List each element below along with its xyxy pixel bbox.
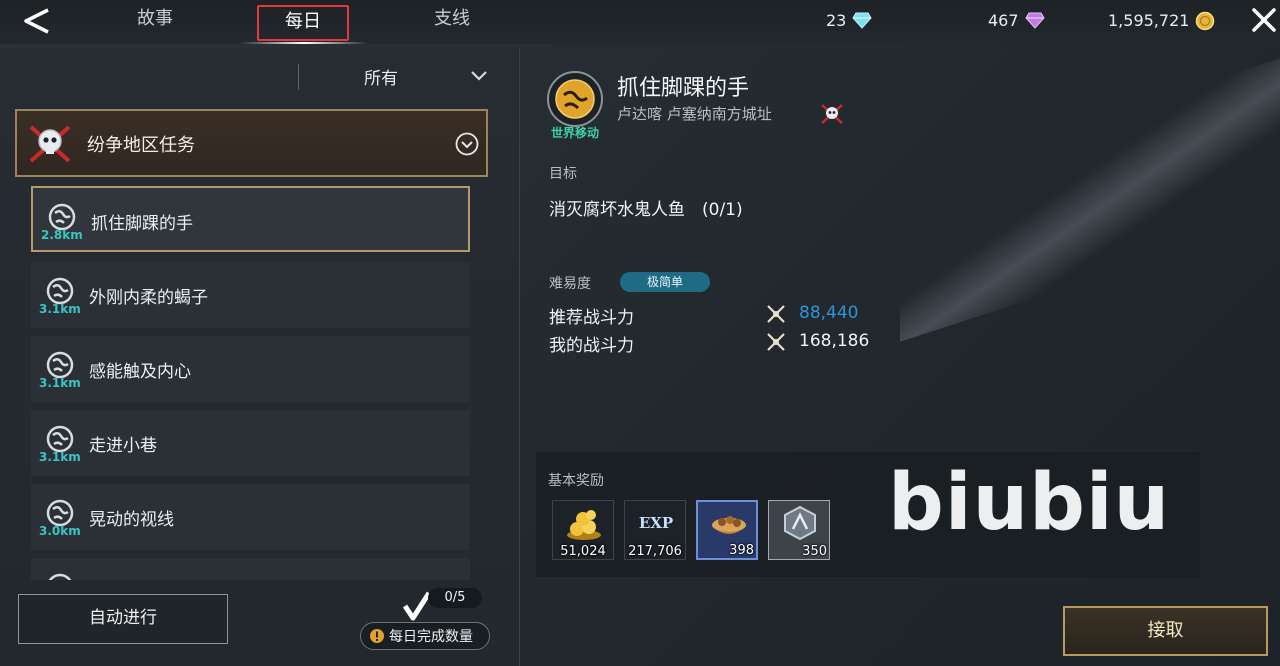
quest-item[interactable]: 3.1km 外刚内柔的蝎子 [31,262,470,328]
quest-name: 晃动的视线 [89,510,174,530]
collapse-toggle-icon[interactable] [455,132,479,156]
quest-title: 抓住脚踝的手 [617,76,750,101]
quest-list: 2.8km 抓住脚踝的手 3.1km 外刚内柔的蝎子 3.1km 感能触及内心 … [15,178,488,580]
currency-gold: 1,595,721 [1108,8,1215,32]
my-power-value: 168,186 [799,331,870,351]
currency-blue-diamond: 23 [826,8,872,32]
quest-name: 外刚内柔的蝎子 [89,288,208,308]
filter-dropdown[interactable]: 所有 [330,60,500,92]
crossed-swords-icon [765,304,787,324]
quest-distance: 2.8km [41,228,83,242]
reward-count: 51,024 [560,544,606,559]
recommended-power-label: 推荐战斗力 [549,308,634,328]
reward-food[interactable]: 398 [696,500,758,560]
reward-exp[interactable]: EXP 217,706 [624,500,686,560]
filter-label: 所有 [364,68,398,89]
quest-item[interactable]: 3.1km 走进小巷 [31,410,470,476]
quest-distance: 3.1km [39,450,81,464]
conflict-emblem-icon [27,121,73,167]
currency-purple-diamond: 467 [988,8,1045,32]
world-move-icon [546,70,604,128]
quest-type-label: 世界移动 [550,126,599,140]
quest-distance: 3.0km [39,524,81,538]
reward-count: 398 [729,543,754,558]
reward-count: 350 [802,544,827,559]
quest-item[interactable]: 3.0km 晃动的视线 [31,484,470,550]
reward-count: 217,706 [628,544,682,559]
recommended-power-value: 88,440 [799,303,859,323]
quest-name: 抓住脚踝的手 [91,214,193,234]
goal-label: 目标 [549,166,577,182]
watermark: biubiu [888,458,1171,548]
goal-text: 消灭腐坏水鬼人鱼 (0/1) [549,200,743,220]
daily-completion-badge[interactable]: 每日完成数量 [360,622,490,650]
currency-value: 23 [826,10,847,30]
my-power-label: 我的战斗力 [549,336,634,356]
currency-value: 467 [988,10,1019,30]
svg-text:EXP: EXP [639,514,673,532]
quest-name: 走进小巷 [89,436,157,456]
crystal-badge-icon [777,505,823,541]
quest-item[interactable]: 3.1km 感能触及内心 [31,336,470,402]
conflict-emblem-icon [820,103,844,125]
close-icon[interactable] [1250,6,1278,34]
crossed-swords-icon [765,332,787,352]
auto-proceed-button[interactable]: 自动进行 [18,594,228,644]
chevron-down-icon [470,68,488,82]
reward-crystal[interactable]: 350 [768,500,830,560]
daily-counter: 0/5 [428,588,482,608]
tab-daily[interactable]: 每日 [257,5,349,41]
quest-location: 卢达喀 卢塞纳南方城址 [617,105,772,123]
alert-icon [369,628,385,644]
quest-item-partial[interactable] [31,558,470,580]
currency-value: 1,595,721 [1108,10,1190,30]
reward-label: 基本奖励 [548,473,604,489]
diamond-blue-icon [852,11,872,29]
filter-divider [298,64,299,90]
back-icon[interactable] [18,6,54,36]
reward-gold[interactable]: 51,024 [552,500,614,560]
background-decoration [900,58,1280,342]
tab-story[interactable]: 故事 [115,0,195,40]
quest-item-selected[interactable]: 2.8km 抓住脚踝的手 [31,186,470,252]
gold-pile-icon [561,505,607,541]
quest-distance: 3.1km [39,376,81,390]
category-label: 纷争地区任务 [87,135,195,156]
difficulty-label: 难易度 [549,276,591,292]
difficulty-badge: 极简单 [620,272,710,292]
diamond-purple-icon [1024,11,1045,29]
tab-side[interactable]: 支线 [412,0,492,40]
exp-icon: EXP [633,505,679,541]
active-tab-indicator [240,42,368,44]
nuts-bowl-icon [706,506,752,542]
category-header[interactable]: 纷争地区任务 [15,109,488,177]
quest-name: 感能触及内心 [89,362,191,382]
top-bar: 故事 每日 支线 23 467 1,595,721 [0,0,1280,44]
accept-button[interactable]: 接取 [1063,606,1268,656]
daily-completion-label: 每日完成数量 [389,629,473,645]
quest-distance: 3.1km [39,302,81,316]
globe-icon [45,572,75,580]
gold-coin-icon [1195,11,1215,31]
